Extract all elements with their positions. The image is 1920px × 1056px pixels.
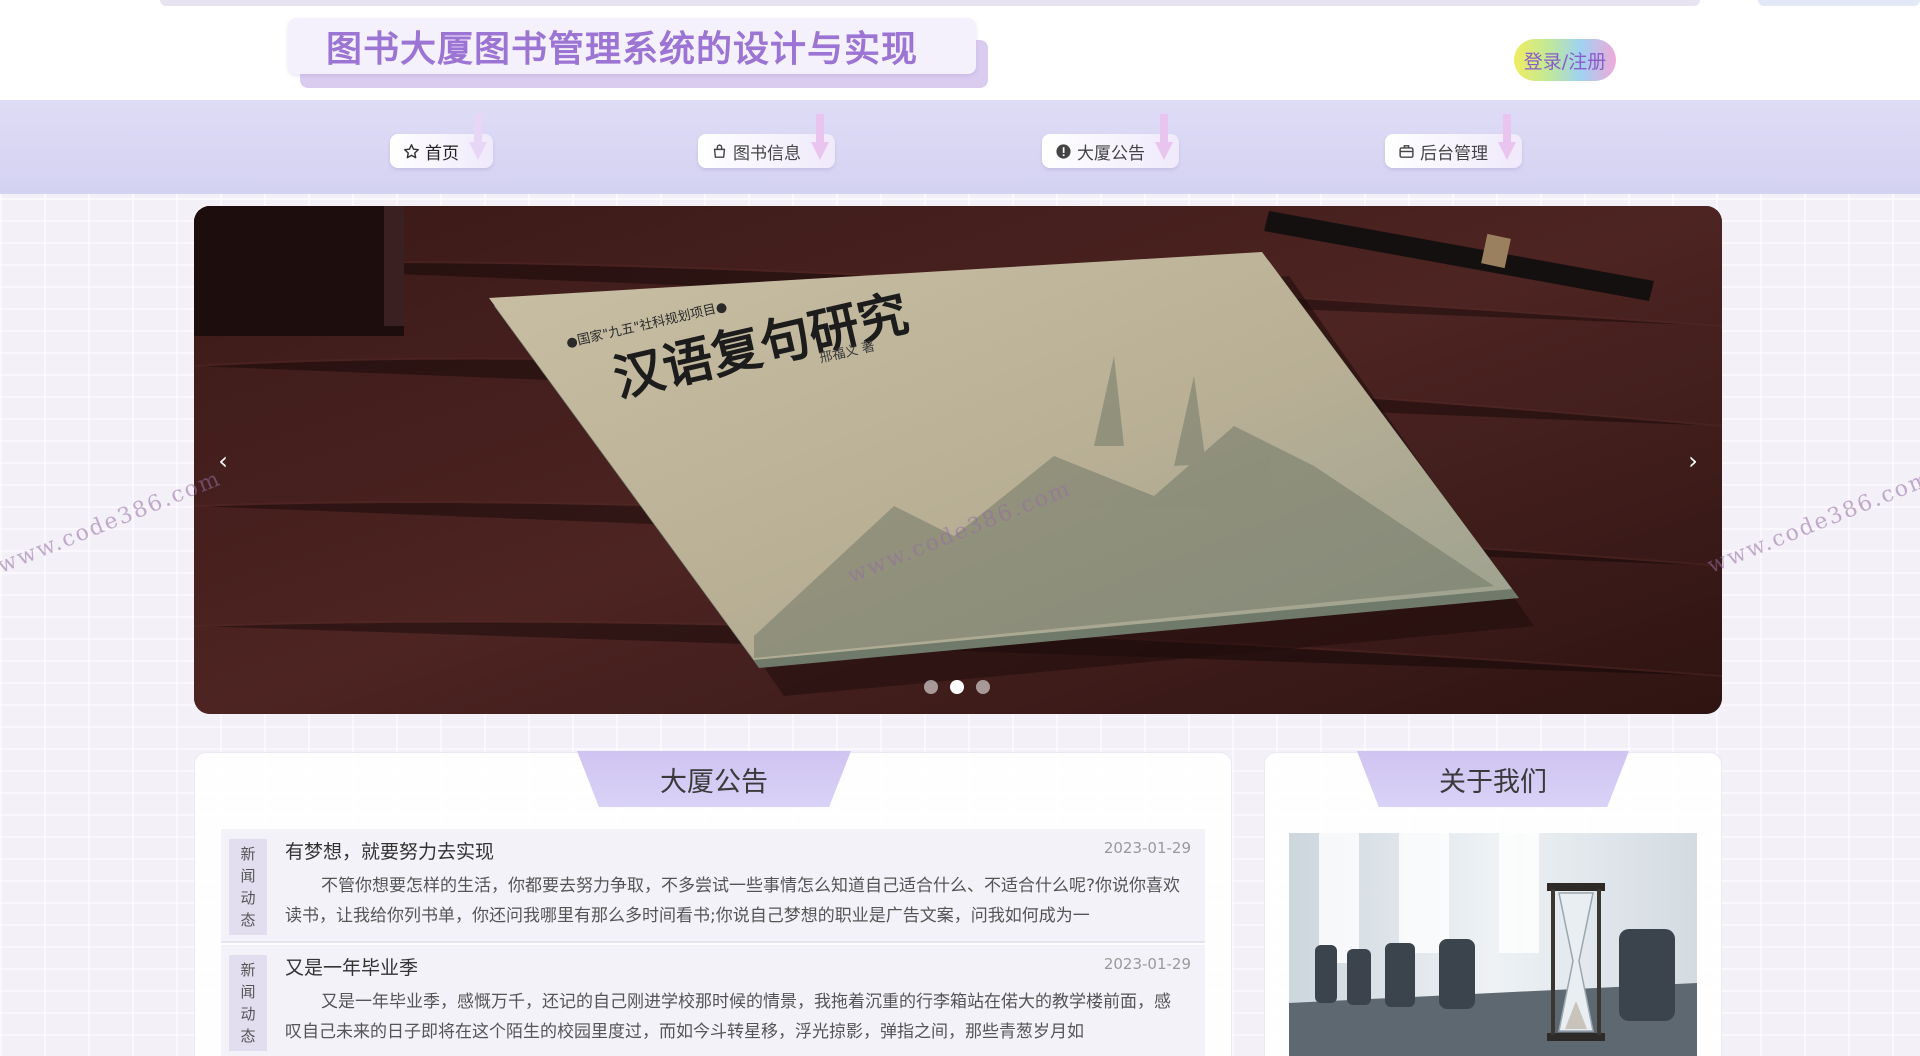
- star-icon: [402, 142, 420, 160]
- carousel-next-button[interactable]: ›: [1678, 444, 1708, 478]
- notice-tag-char: 动: [240, 889, 256, 907]
- bag-icon: [710, 142, 728, 160]
- pin-decor-icon: [1155, 114, 1173, 160]
- about-photo: [1289, 833, 1697, 1056]
- carousel-dot[interactable]: [924, 680, 938, 694]
- notice-item[interactable]: 新 闻 动 态 又是一年毕业季 2023-01-29 又是一年毕业季，感慨万千，…: [221, 945, 1205, 1056]
- announcements-panel: 大厦公告 新 闻 动 态 有梦想，就要努力去实现 2023-01-29 不管你想…: [194, 751, 1232, 1056]
- book-photo: 汉语复句研究 ●国家"九五"社科规划项目● 邢福义 著: [194, 206, 1722, 714]
- notice-body: 又是一年毕业季，感慨万千，还记的自己刚进学校那时候的情景，我拖着沉重的行李箱站在…: [285, 992, 1171, 1042]
- main-nav: 首页 图书信息 大厦公告 后台管理: [0, 100, 1920, 194]
- site-header: 图书大厦图书管理系统的设计与实现 登录/注册: [0, 14, 1920, 100]
- notice-tag: 新 闻 动 态: [229, 955, 267, 1051]
- notice-date: 2023-01-29: [1103, 955, 1191, 973]
- notice-item[interactable]: 新 闻 动 态 有梦想，就要努力去实现 2023-01-29 不管你想要怎样的生…: [221, 829, 1205, 943]
- notice-tag-char: 新: [240, 845, 256, 863]
- announcements-heading: 大厦公告: [577, 751, 851, 807]
- site-title: 图书大厦图书管理系统的设计与实现: [288, 18, 976, 74]
- about-panel: 关于我们: [1264, 751, 1722, 1056]
- top-decor-bar-right: [1758, 0, 1920, 6]
- pin-decor-icon: [1498, 114, 1516, 160]
- top-strip: [0, 0, 1920, 14]
- nav-item-book-info[interactable]: 图书信息: [698, 114, 835, 168]
- notice-tag-char: 闻: [240, 983, 256, 1001]
- info-circle-icon: [1054, 142, 1072, 160]
- top-decor-bar: [160, 0, 1700, 6]
- notice-tag-char: 新: [240, 961, 256, 979]
- notice-list: 新 闻 动 态 有梦想，就要努力去实现 2023-01-29 不管你想要怎样的生…: [221, 829, 1205, 1056]
- title-wrap: 图书大厦图书管理系统的设计与实现: [288, 18, 988, 88]
- meeting-room-image: [1289, 833, 1697, 1056]
- notice-body: 不管你想要怎样的生活，你都要去努力争取，不多尝试一些事情怎么知道自己适合什么、不…: [285, 876, 1181, 926]
- notice-title[interactable]: 有梦想，就要努力去实现: [285, 837, 494, 864]
- about-heading: 关于我们: [1357, 751, 1629, 807]
- nav-item-admin[interactable]: 后台管理: [1385, 114, 1522, 168]
- nav-item-home[interactable]: 首页: [390, 114, 493, 168]
- banner-carousel[interactable]: 汉语复句研究 ●国家"九五"社科规划项目● 邢福义 著 ‹ ›: [194, 206, 1722, 714]
- watermark-text: www.code386.com: [0, 466, 225, 579]
- pin-decor-icon: [469, 114, 487, 160]
- pin-decor-icon: [811, 114, 829, 160]
- notice-tag-char: 动: [240, 1005, 256, 1023]
- briefcase-icon: [1397, 142, 1415, 160]
- notice-date: 2023-01-29: [1103, 839, 1191, 857]
- nav-item-announcements[interactable]: 大厦公告: [1042, 114, 1179, 168]
- carousel-dot[interactable]: [976, 680, 990, 694]
- notice-title[interactable]: 又是一年毕业季: [285, 953, 418, 980]
- notice-tag-char: 闻: [240, 867, 256, 885]
- login-register-button[interactable]: 登录/注册: [1514, 39, 1616, 81]
- carousel-dot[interactable]: [950, 680, 964, 694]
- carousel-dots: [924, 680, 990, 694]
- nav-label: 后台管理: [1420, 143, 1488, 164]
- notice-tag-char: 态: [240, 1027, 256, 1045]
- watermark-text: www.code386.com: [1704, 466, 1920, 579]
- nav-label: 首页: [425, 143, 459, 164]
- notice-tag: 新 闻 动 态: [229, 839, 267, 935]
- notice-tag-char: 态: [240, 911, 256, 929]
- nav-label: 大厦公告: [1077, 143, 1145, 164]
- nav-label: 图书信息: [733, 143, 801, 164]
